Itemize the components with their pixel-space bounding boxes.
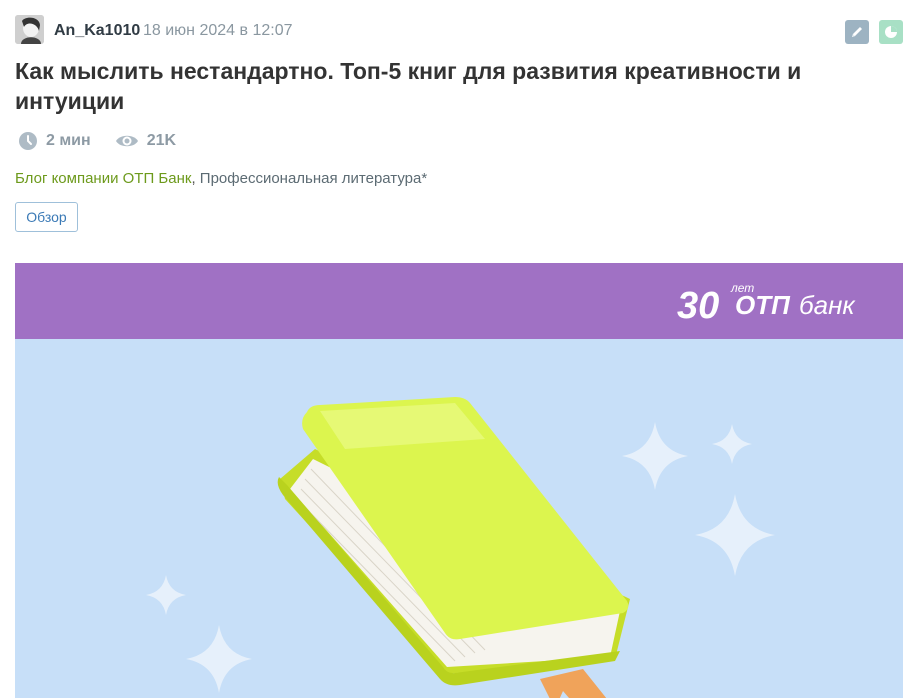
article-cover-image: 30 лет ОТП банк (15, 263, 903, 698)
hub-link-otp-blog[interactable]: Блог компании ОТП Банк (15, 170, 191, 187)
views-value: 21K (146, 132, 177, 149)
logo-brand-bold: ОТП (735, 290, 791, 320)
sparkle-icon (186, 625, 252, 693)
sparkle-icon (146, 575, 186, 615)
tag-review-button[interactable]: Обзор (15, 202, 78, 232)
book-illustration (146, 397, 775, 698)
hub-link-literature[interactable]: Профессиональная литература* (200, 170, 427, 187)
pencil-icon (852, 27, 862, 37)
publish-date: 18 июн 2024 в 12:07 (143, 22, 293, 39)
otp-bank-logo: 30 лет ОТП банк (677, 281, 856, 326)
hub-separator: , (191, 170, 200, 187)
article-header: An_Ka1010 18 июн 2024 в 12:07 (15, 15, 904, 47)
eye-icon (115, 135, 138, 147)
clock-icon (19, 132, 37, 150)
edit-button[interactable] (845, 20, 869, 44)
article-title[interactable]: Как мыслить нестандартно. Топ-5 книг для… (15, 56, 875, 116)
hubs-list: Блог компании ОТП Банк, Профессиональная… (15, 170, 427, 187)
reading-time-value: 2 мин (46, 132, 91, 149)
reading-time: 2 мин (18, 131, 91, 151)
bookmark-ribbon (540, 669, 607, 698)
avatar-image (15, 15, 44, 44)
pie-chart-icon (885, 26, 897, 38)
logo-brand-rest: банк (799, 290, 856, 320)
logo-number: 30 (677, 285, 719, 326)
banner-illustration (15, 339, 903, 698)
stats-button[interactable] (879, 20, 903, 44)
sparkle-icon (712, 424, 752, 464)
sparkle-icon (622, 422, 688, 490)
article-meta: 2 мин 21K (18, 129, 200, 153)
avatar[interactable] (15, 15, 44, 44)
views-count: 21K (115, 132, 176, 150)
sparkle-icon (695, 494, 775, 576)
author-username[interactable]: An_Ka1010 (54, 22, 140, 40)
banner-top-band: 30 лет ОТП банк (15, 263, 903, 339)
